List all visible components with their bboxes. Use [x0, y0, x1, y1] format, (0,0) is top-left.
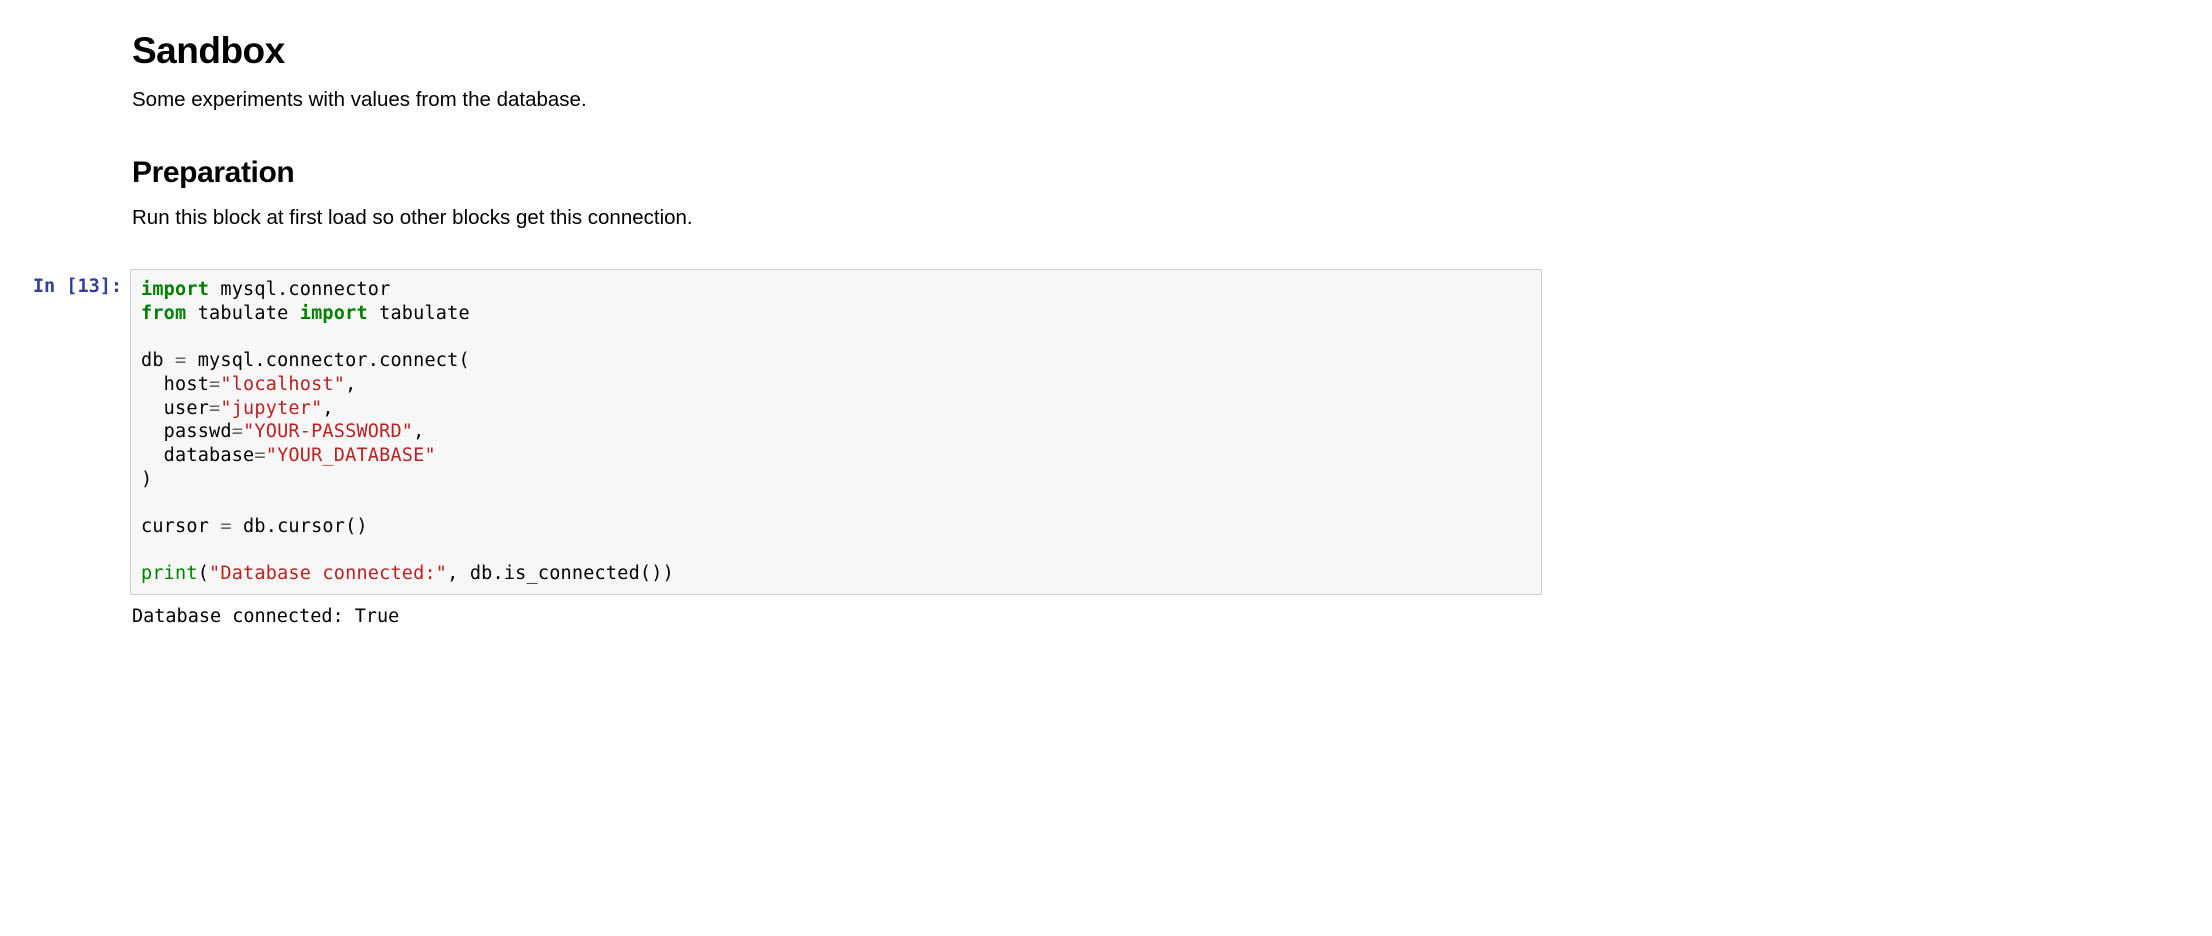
markdown-cell-1[interactable]: Sandbox Some experiments with values fro…: [0, 20, 1542, 251]
paragraph-preparation-desc: Run this block at first load so other bl…: [132, 204, 1542, 232]
notebook: Sandbox Some experiments with values fro…: [0, 0, 1542, 629]
heading-preparation: Preparation: [132, 156, 1542, 190]
code-input-area[interactable]: import mysql.connector from tabulate imp…: [130, 269, 1542, 595]
heading-sandbox: Sandbox: [132, 30, 1542, 72]
input-prompt: In [13]:: [0, 269, 130, 299]
code-source[interactable]: import mysql.connector from tabulate imp…: [141, 278, 1531, 586]
paragraph-sandbox-desc: Some experiments with values from the da…: [132, 86, 1542, 114]
markdown-prompt: [0, 20, 130, 26]
code-cell-13[interactable]: In [13]: import mysql.connector from tab…: [0, 269, 1542, 628]
code-output: Database connected: True: [130, 595, 1542, 629]
